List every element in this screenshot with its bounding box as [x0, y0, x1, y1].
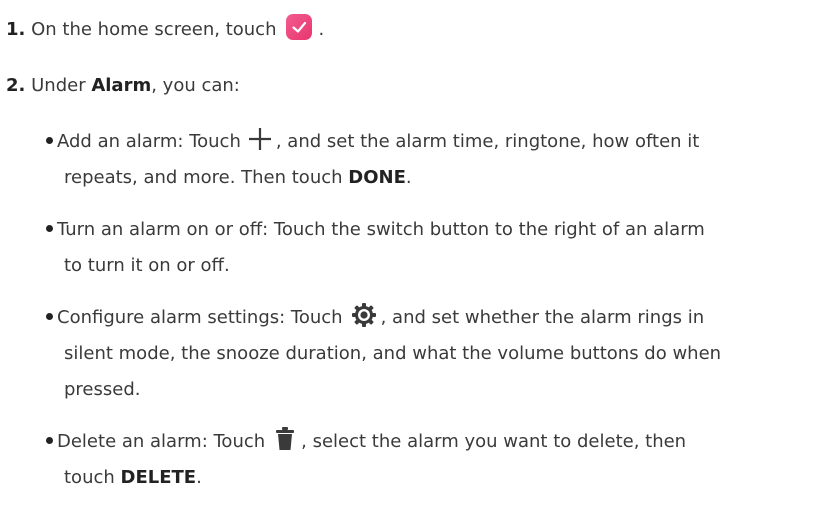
clock-app-icon [286, 14, 313, 40]
plus-icon [247, 126, 273, 152]
bullet-line1: Turn an alarm on or off: Touch the switc… [57, 219, 705, 240]
bullet-dot [46, 224, 53, 232]
bullet-rest: , and set the alarm time, ringtone, how … [275, 131, 700, 152]
bullet-dot [46, 136, 53, 144]
bullet-dot [46, 436, 53, 444]
bullet-alarm-settings: Configure alarm settings: Touch , and se… [46, 300, 816, 408]
step-text: On the home screen, touch [31, 19, 277, 40]
step-2: 2. Under Alarm, you can: [6, 72, 240, 100]
step-1: 1. On the home screen, touch. [6, 14, 325, 44]
bullet-line2: silent mode, the snooze duration, and wh… [64, 343, 722, 364]
bullet-lead: Configure alarm settings: Touch [57, 307, 343, 328]
bullet-rest: , select the alarm you want to delete, t… [301, 431, 687, 452]
step-text-end: . [318, 19, 325, 40]
bullet-dot [46, 312, 53, 320]
bullet-line2: touch [64, 467, 121, 488]
bullet-line2-end: . [405, 167, 412, 188]
bullet-line3: pressed. [64, 379, 141, 400]
step-text: Under [31, 75, 92, 96]
bullet-toggle-alarm: Turn an alarm on or off: Touch the switc… [46, 212, 816, 284]
bullet-lead: Delete an alarm: Touch [57, 431, 266, 452]
alarm-label: Alarm [91, 75, 152, 96]
trash-icon [275, 427, 295, 451]
bullet-line2: to turn it on or off. [64, 255, 230, 276]
step-number: 1. [6, 19, 26, 40]
bullet-lead: Add an alarm: Touch [57, 131, 241, 152]
bullet-delete-alarm: Delete an alarm: Touch , select the alar… [46, 424, 816, 496]
step-text-end: , you can: [151, 75, 240, 96]
gear-icon [351, 302, 377, 328]
done-label: DONE [348, 167, 406, 188]
bullet-add-alarm: Add an alarm: Touch , and set the alarm t… [46, 124, 816, 196]
instruction-page: 1. On the home screen, touch. 2. Under A… [0, 0, 821, 521]
bullet-line2-end: . [196, 467, 202, 488]
step-number: 2. [6, 75, 26, 96]
delete-label: DELETE [120, 467, 197, 488]
bullet-line2: repeats, and more. Then touch [64, 167, 349, 188]
bullet-rest: , and set whether the alarm rings in [380, 307, 705, 328]
